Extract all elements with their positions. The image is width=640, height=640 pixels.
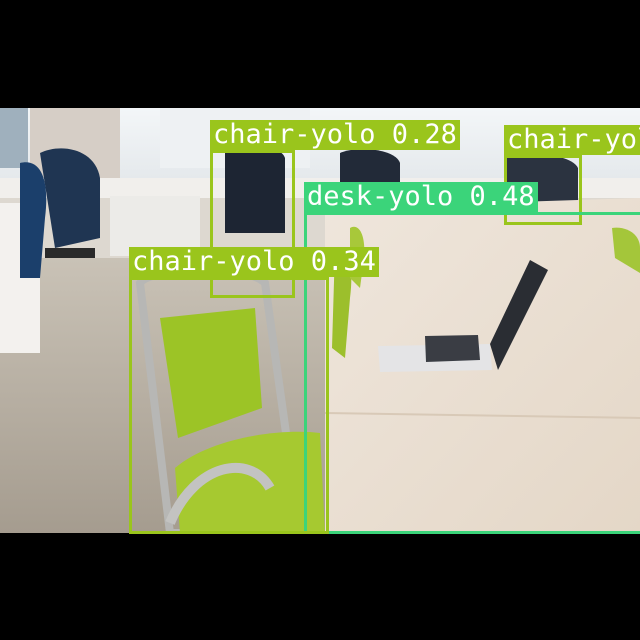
image-canvas: chair-yolo 0.28 chair-yolo desk-yolo 0.4… <box>0 0 640 640</box>
office-photo <box>0 108 640 533</box>
